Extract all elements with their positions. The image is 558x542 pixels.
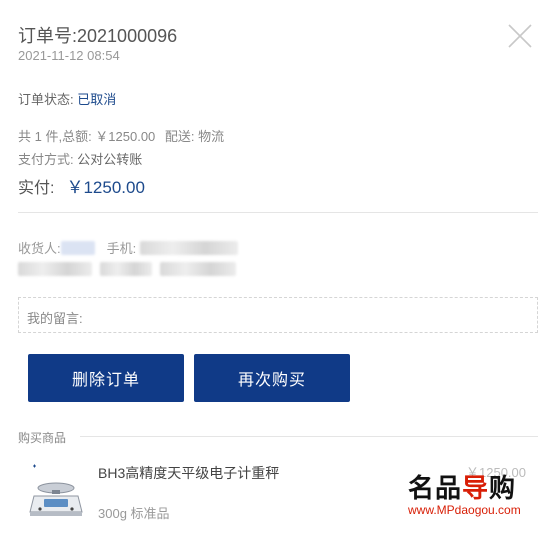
product-spec: 300g 标准品 bbox=[98, 506, 170, 521]
receiver-phone-label: 手机: bbox=[106, 241, 137, 256]
order-time: 2021-11-12 08:54 bbox=[18, 48, 120, 63]
receiver-address-redacted bbox=[18, 262, 236, 276]
goods-divider bbox=[80, 436, 538, 437]
product-image[interactable] bbox=[28, 458, 84, 520]
watermark-logo: 名品导购 www.MPdaogou.com bbox=[408, 474, 538, 522]
receiver-phone-redacted bbox=[140, 240, 239, 255]
order-number-value: 2021000096 bbox=[77, 26, 178, 46]
receiver-row: 收货人: 手机: bbox=[18, 238, 239, 257]
order-number: 订单号:2021000096 bbox=[18, 22, 177, 48]
watermark-brand-part: 购 bbox=[489, 473, 517, 503]
order-number-label: 订单号: bbox=[18, 26, 78, 46]
close-button[interactable] bbox=[504, 20, 536, 52]
order-status-value: 已取消 bbox=[77, 92, 117, 107]
receiver-name-label: 收货人: bbox=[18, 241, 61, 256]
actual-paid-label: 实付: bbox=[18, 180, 55, 197]
message-field[interactable]: 我的留言: bbox=[18, 297, 538, 333]
actual-paid: 实付: ￥1250.00 bbox=[18, 173, 145, 198]
watermark-brand-part: 导 bbox=[462, 473, 490, 503]
pay-method-value: 公对公转账 bbox=[77, 152, 143, 167]
actual-paid-amount: ￥1250.00 bbox=[66, 178, 145, 197]
close-icon bbox=[508, 24, 532, 48]
product-name[interactable]: BH3高精度天平级电子计重秤 bbox=[98, 463, 279, 483]
order-status: 订单状态: 已取消 bbox=[18, 89, 116, 108]
order-delivery: 配送: 物流 bbox=[164, 129, 225, 144]
order-status-label: 订单状态: bbox=[18, 92, 74, 107]
watermark-brand-part: 名品 bbox=[408, 473, 463, 503]
pay-method-label: 支付方式: bbox=[18, 152, 74, 167]
redacted-block bbox=[160, 262, 236, 276]
pay-method: 支付方式: 公对公转账 bbox=[18, 149, 142, 168]
watermark-url: www.MPdaogou.com bbox=[408, 503, 521, 517]
delete-order-button[interactable]: 删除订单 bbox=[28, 354, 184, 402]
scale-product-image bbox=[29, 464, 83, 516]
order-count-total: 共 1 件,总额: ￥1250.00 bbox=[18, 129, 156, 144]
divider bbox=[18, 212, 538, 213]
watermark-title: 名品导购 bbox=[408, 474, 538, 502]
goods-heading: 购买商品 bbox=[18, 431, 67, 445]
message-label: 我的留言: bbox=[27, 311, 83, 326]
order-summary: 共 1 件,总额: ￥1250.00 配送: 物流 bbox=[18, 126, 230, 145]
rebuy-button[interactable]: 再次购买 bbox=[194, 354, 350, 402]
redacted-block bbox=[18, 262, 92, 276]
receiver-name-redacted bbox=[60, 240, 95, 255]
redacted-block bbox=[100, 262, 152, 276]
